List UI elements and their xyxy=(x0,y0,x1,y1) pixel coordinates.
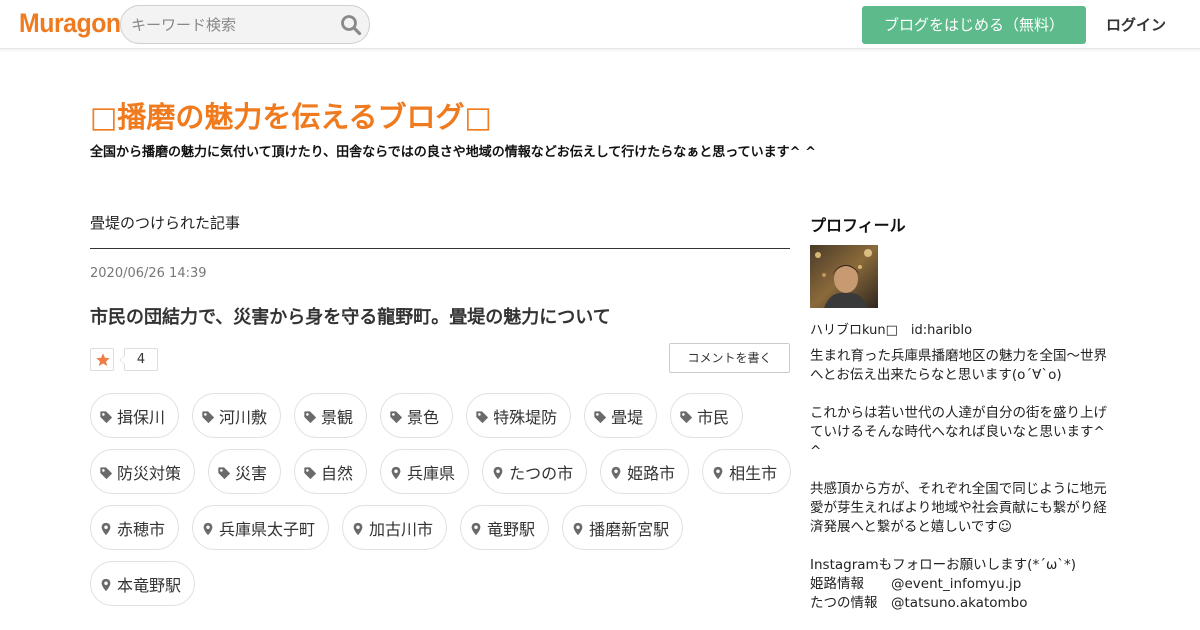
bio-tatsuno-line: たつの情報 @tatsuno.akatombo xyxy=(810,595,1028,611)
tag-chip[interactable]: 播磨新宮駅 xyxy=(562,505,684,550)
like-count: 4 xyxy=(119,348,158,371)
pin-icon xyxy=(99,521,113,535)
pin-icon xyxy=(351,521,365,535)
tag-icon xyxy=(217,465,231,479)
tag-chip[interactable]: 特殊堤防 xyxy=(466,393,572,438)
section-divider xyxy=(90,248,790,249)
pin-icon xyxy=(491,465,505,479)
tag-label: 特殊堤防 xyxy=(493,407,558,427)
tag-chip[interactable]: 赤穂市 xyxy=(90,505,180,550)
muragon-logo[interactable]: Muragon xyxy=(19,8,121,39)
tag-chip[interactable]: 兵庫県 xyxy=(380,449,470,494)
search-input[interactable] xyxy=(131,6,331,43)
tag-icon xyxy=(475,409,489,423)
start-blog-button[interactable]: ブログをはじめる（無料） xyxy=(862,6,1086,44)
tag-chip[interactable]: 市民 xyxy=(670,393,744,438)
tag-icon xyxy=(389,409,403,423)
tag-icon xyxy=(303,409,317,423)
tag-label: 兵庫県 xyxy=(407,463,456,483)
tag-chip[interactable]: 畳堤 xyxy=(584,393,658,438)
tag-label: 相生市 xyxy=(729,463,778,483)
tag-icon xyxy=(679,409,693,423)
search-box xyxy=(120,5,370,44)
tag-label: 河川敷 xyxy=(219,407,268,427)
tag-icon xyxy=(201,409,215,423)
bio-paragraph: これからは若い世代の人達が自分の街を盛り上げていけるそんな時代へなれば良いなと思… xyxy=(810,405,1107,459)
tag-label: 防災対策 xyxy=(117,463,182,483)
tag-chip[interactable]: 防災対策 xyxy=(90,449,196,494)
blog-title[interactable]: □播磨の魅力を伝えるブログ□ xyxy=(90,94,492,136)
tag-chip[interactable]: 河川敷 xyxy=(192,393,282,438)
tag-label: 播磨新宮駅 xyxy=(589,519,670,539)
tag-chip[interactable]: たつの市 xyxy=(482,449,588,494)
tag-icon xyxy=(303,465,317,479)
pin-icon xyxy=(99,577,113,591)
bio-instagram-line: Instagramもフォローお願いします(*´ω`*) xyxy=(810,557,1077,573)
blog-description: 全国から播磨の魅力に気付いて頂けたり、田舎ならではの良さや地域の情報などお伝えし… xyxy=(90,145,816,160)
post-title[interactable]: 市民の団結力で、災害から身を守る龍野町。畳堤の魅力について xyxy=(90,303,611,329)
avatar[interactable] xyxy=(810,245,878,308)
tag-chip[interactable]: 相生市 xyxy=(702,449,792,494)
tag-list: 揖保川 河川敷 景観 景色 特殊堤防 畳堤 市民防災対策 災害 自然 兵庫県 たつの市 姫路市 相生市赤… xyxy=(90,393,800,606)
tag-label: 赤穂市 xyxy=(117,519,166,539)
tag-label: たつの市 xyxy=(509,463,574,483)
tag-label: 姫路市 xyxy=(627,463,676,483)
tag-section-heading: 畳堤のつけられた記事 xyxy=(90,214,241,232)
login-link[interactable]: ログイン xyxy=(1106,14,1166,35)
pin-icon xyxy=(201,521,215,535)
post-date: 2020/06/26 14:39 xyxy=(90,266,207,281)
tag-chip[interactable]: 自然 xyxy=(294,449,368,494)
profile-name[interactable]: ハリブロkun□ id:hariblo xyxy=(810,319,972,338)
tag-label: 災害 xyxy=(235,463,268,483)
tag-chip[interactable]: 加古川市 xyxy=(342,505,448,550)
tag-label: 景観 xyxy=(321,407,354,427)
tag-chip[interactable]: 景色 xyxy=(380,393,454,438)
tag-label: 景色 xyxy=(407,407,440,427)
write-comment-button[interactable]: コメントを書く xyxy=(669,343,790,373)
tag-label: 揖保川 xyxy=(117,407,166,427)
pin-icon xyxy=(609,465,623,479)
tag-label: 兵庫県太子町 xyxy=(219,519,316,539)
tag-chip[interactable]: 揖保川 xyxy=(90,393,180,438)
top-navigation-bar: Muragon ブログをはじめる（無料） ログイン xyxy=(0,0,1200,49)
tag-label: 自然 xyxy=(321,463,354,483)
tag-icon xyxy=(99,465,113,479)
tag-chip[interactable]: 本竜野駅 xyxy=(90,561,196,606)
pin-icon xyxy=(711,465,725,479)
profile-bio: 生まれ育った兵庫県播磨地区の魅力を全国〜世界へとお伝え出来たらなと思います(o´… xyxy=(810,347,1110,613)
like-button[interactable] xyxy=(90,348,114,371)
tag-chip[interactable]: 竜野駅 xyxy=(460,505,550,550)
tag-label: 本竜野駅 xyxy=(117,575,182,595)
search-icon[interactable] xyxy=(340,14,362,36)
pin-icon xyxy=(469,521,483,535)
tag-icon xyxy=(593,409,607,423)
tag-icon xyxy=(99,409,113,423)
pin-icon xyxy=(571,521,585,535)
tag-chip[interactable]: 災害 xyxy=(208,449,282,494)
star-icon xyxy=(96,353,110,366)
tag-chip[interactable]: 兵庫県太子町 xyxy=(192,505,330,550)
pin-icon xyxy=(389,465,403,479)
tag-label: 竜野駅 xyxy=(487,519,536,539)
profile-heading: プロフィール xyxy=(810,216,906,235)
tag-label: 加古川市 xyxy=(369,519,434,539)
bio-paragraph: 生まれ育った兵庫県播磨地区の魅力を全国〜世界へとお伝え出来たらなと思います(o´… xyxy=(810,348,1107,383)
tag-label: 畳堤 xyxy=(611,407,644,427)
tag-label: 市民 xyxy=(697,407,730,427)
bio-paragraph: 共感頂から方が、それぞれ全国で同じように地元愛が芽生えればより地域や社会貢献にも… xyxy=(810,481,1107,535)
tag-chip[interactable]: 景観 xyxy=(294,393,368,438)
bio-himeji-line: 姫路情報 @event_infomyu.jp xyxy=(810,576,1022,592)
tag-chip[interactable]: 姫路市 xyxy=(600,449,690,494)
